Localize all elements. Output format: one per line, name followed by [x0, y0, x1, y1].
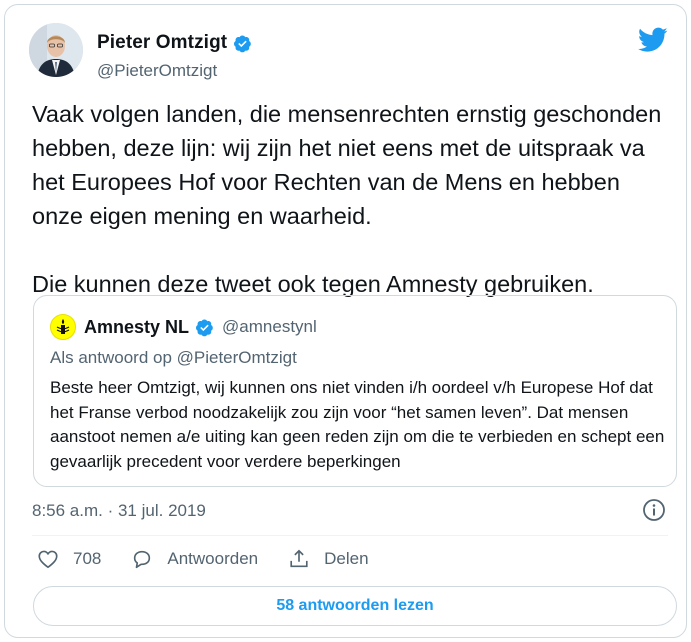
action-bar: 708 Antwoorden Delen — [37, 548, 399, 570]
tweet-card: Pieter Omtzigt @PieterOmtzigt Vaak volge… — [4, 4, 687, 638]
author-handle[interactable]: @PieterOmtzigt — [97, 61, 252, 81]
author-name[interactable]: Pieter Omtzigt — [97, 32, 227, 54]
candle-icon — [56, 319, 70, 334]
author-avatar[interactable] — [29, 23, 83, 77]
share-button[interactable]: Delen — [288, 548, 369, 570]
divider — [32, 535, 668, 536]
quoted-author-name: Amnesty NL — [84, 316, 190, 337]
share-upload-icon — [290, 549, 308, 568]
quoted-author-handle: @amnestynl — [222, 317, 317, 336]
like-button[interactable]: 708 — [37, 548, 101, 570]
reply-button[interactable]: Antwoorden — [131, 548, 258, 570]
author-name-row: Pieter Omtzigt — [97, 32, 252, 54]
tweet-timestamp[interactable]: 8:56 a.m. · 31 jul. 2019 — [32, 501, 206, 521]
like-count: 708 — [73, 549, 102, 568]
author-block: Pieter Omtzigt @PieterOmtzigt — [97, 32, 252, 81]
info-icon[interactable] — [642, 498, 666, 522]
twitter-bird-icon[interactable] — [638, 27, 668, 53]
quoted-tweet-text: Beste heer Omtzigt, wij kunnen ons niet … — [50, 378, 665, 471]
verified-badge-icon — [234, 34, 252, 52]
heart-icon — [38, 550, 58, 569]
tweet-text: Vaak volgen landen, die mensenrechten er… — [32, 101, 662, 297]
quoted-tweet[interactable]: Amnesty NL @amnestynl Als antwoord op @P… — [33, 295, 677, 487]
reply-context: Als antwoord op @PieterOmtzigt — [50, 348, 297, 367]
avatar-portrait — [29, 23, 83, 77]
share-label: Delen — [324, 549, 369, 568]
reply-label: Antwoorden — [167, 549, 259, 568]
quoted-tweet-header: Amnesty NL @amnestynl — [50, 314, 317, 340]
verified-badge-icon — [196, 318, 213, 336]
amnesty-avatar — [50, 314, 76, 340]
speech-bubble-icon — [134, 550, 151, 569]
read-replies-button[interactable]: 58 antwoorden lezen — [33, 586, 677, 626]
